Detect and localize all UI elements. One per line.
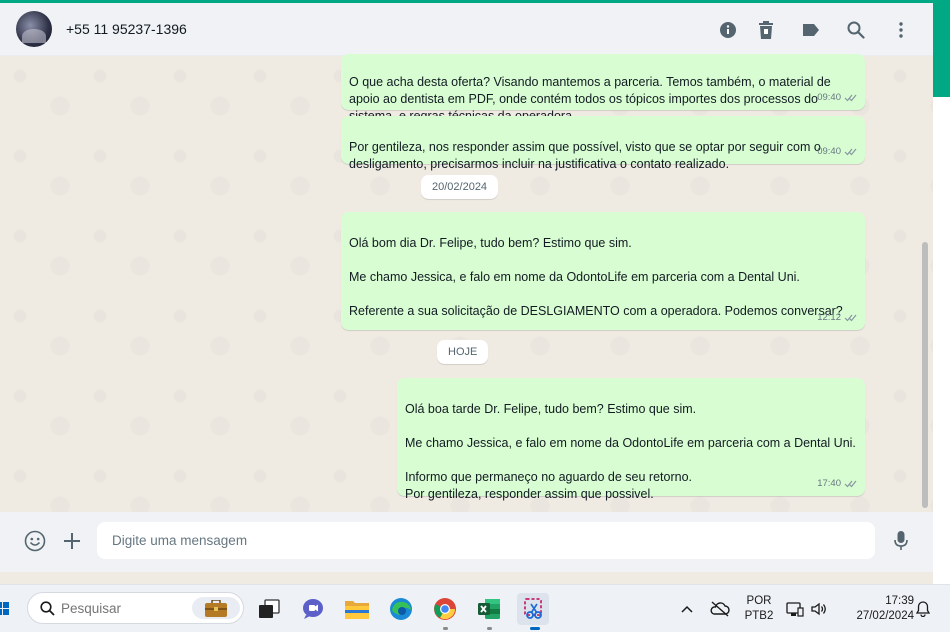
clock-time: 17:39 — [885, 595, 914, 607]
keyboard-layout-label: PTB2 — [744, 610, 774, 622]
message-bubble[interactable]: Por gentileza, nos responder assim que p… — [341, 116, 865, 171]
message-text: Olá bom dia Dr. Felipe, tudo bem? Estimo… — [349, 236, 843, 318]
message-bubble[interactable]: Olá bom dia Dr. Felipe, tudo bem? Estimo… — [341, 212, 865, 330]
chrome-browser-icon[interactable] — [429, 593, 461, 625]
onedrive-offline-icon[interactable] — [708, 593, 732, 625]
message-meta: 17:40 — [817, 475, 858, 492]
network-icon[interactable] — [784, 593, 806, 625]
double-check-icon — [844, 480, 857, 488]
contact-name[interactable]: +55 11 95237-1396 — [66, 21, 187, 37]
message-meta: 09:40 — [817, 89, 858, 106]
microphone-icon[interactable] — [888, 528, 914, 554]
input-language[interactable]: POR PTB2 — [740, 594, 778, 624]
contact-avatar[interactable] — [16, 11, 52, 47]
whatsapp-window: +55 11 95237-1396 O que acha desta ofert… — [0, 3, 933, 584]
snipping-tool-icon[interactable] — [517, 593, 549, 625]
chat-header: +55 11 95237-1396 — [0, 3, 933, 56]
taskbar-search-input[interactable] — [61, 600, 181, 616]
running-indicator — [443, 627, 448, 630]
taskbar-search[interactable] — [27, 592, 244, 624]
clock[interactable]: 17:39 27/02/2024 — [838, 594, 914, 624]
edge-browser-icon[interactable] — [385, 593, 417, 625]
chevron-up-icon[interactable] — [677, 593, 697, 625]
excel-icon[interactable] — [473, 593, 505, 625]
start-menu-icon[interactable] — [0, 593, 14, 625]
message-text: Olá boa tarde Dr. Felipe, tudo bem? Esti… — [405, 402, 856, 501]
message-meta: 09:40 — [817, 143, 858, 160]
task-view-icon[interactable] — [253, 593, 285, 625]
message-list[interactable]: O que acha desta oferta? Visando mantemo… — [0, 54, 933, 512]
teams-chat-icon[interactable] — [297, 593, 329, 625]
delete-icon[interactable] — [755, 19, 777, 41]
message-time: 17:40 — [817, 478, 841, 489]
message-meta: 12:12 — [817, 309, 858, 326]
emoji-icon[interactable] — [22, 528, 48, 554]
side-panel-edge — [933, 97, 950, 584]
attach-plus-icon[interactable] — [59, 528, 85, 554]
message-bubble[interactable]: O que acha desta oferta? Visando mantemo… — [341, 54, 865, 123]
running-indicator — [487, 627, 492, 630]
search-icon — [40, 600, 55, 616]
message-composer — [0, 512, 933, 572]
side-accent-bar — [933, 0, 950, 97]
message-text: Por gentileza, nos responder assim que p… — [349, 140, 821, 171]
double-check-icon — [844, 314, 857, 322]
windows-taskbar: POR PTB2 17:39 27/02/2024 — [0, 584, 950, 632]
active-indicator — [530, 627, 540, 630]
date-separator: 20/02/2024 — [421, 175, 499, 199]
menu-icon[interactable] — [890, 19, 912, 41]
label-icon[interactable] — [800, 19, 822, 41]
date-separator: HOJE — [437, 340, 489, 364]
double-check-icon — [844, 148, 857, 156]
message-bubble[interactable]: Olá boa tarde Dr. Felipe, tudo bem? Esti… — [397, 378, 865, 501]
volume-icon[interactable] — [808, 593, 830, 625]
scrollbar-thumb[interactable] — [922, 242, 928, 508]
message-time: 09:40 — [817, 92, 841, 103]
message-time: 09:40 — [817, 146, 841, 157]
message-input[interactable] — [97, 522, 875, 559]
language-label: POR — [746, 595, 772, 607]
message-time: 12:12 — [817, 312, 841, 323]
briefcase-icon — [192, 597, 240, 619]
double-check-icon — [844, 94, 857, 102]
clock-date: 27/02/2024 — [856, 610, 914, 622]
notification-bell-icon[interactable] — [912, 593, 934, 625]
search-icon[interactable] — [845, 19, 867, 41]
file-explorer-icon[interactable] — [341, 593, 373, 625]
info-icon[interactable] — [717, 19, 739, 41]
